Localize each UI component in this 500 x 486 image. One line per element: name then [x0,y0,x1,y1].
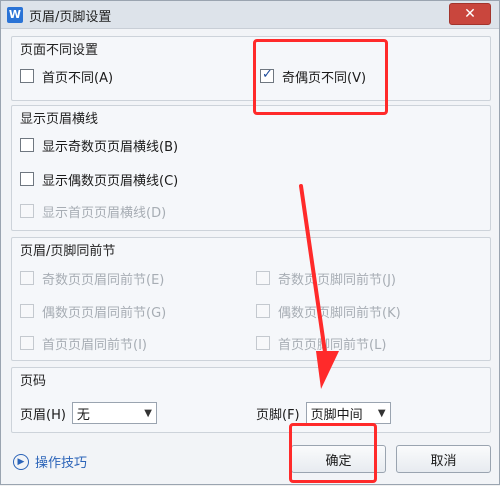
annotation-arrow-head [316,351,339,389]
annotation-arrow-line [299,184,329,368]
annotation-arrow [299,184,339,389]
page-setup-dialog: W 页眉/页脚设置 ✕ 页面不同设置 首页不同(A) 奇偶页不同(V) 显示页眉… [0,0,500,485]
